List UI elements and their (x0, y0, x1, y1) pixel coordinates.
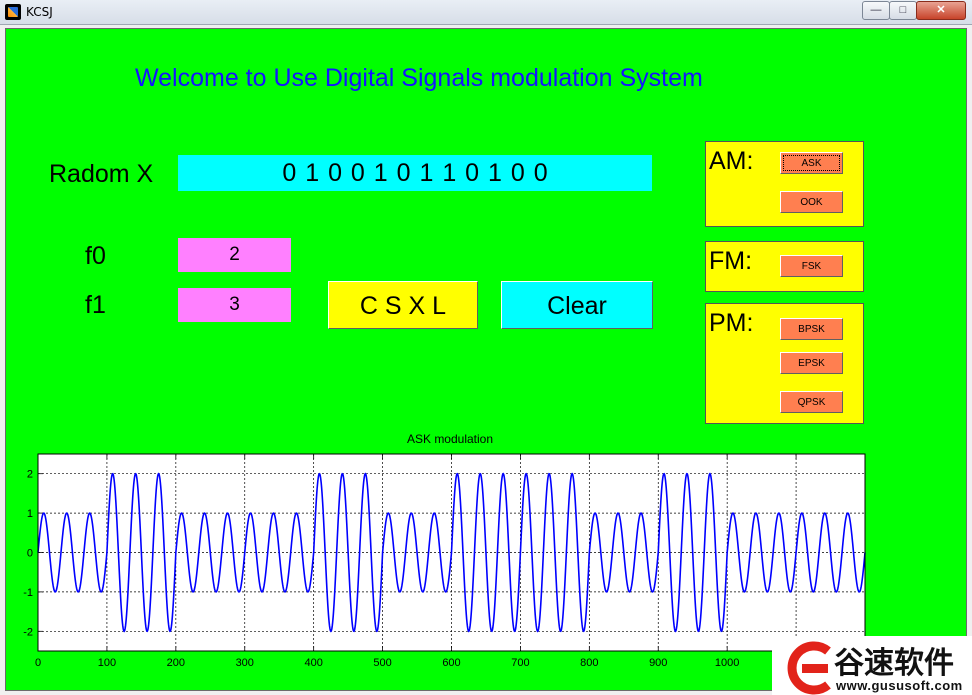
gususoft-logo-icon (787, 641, 831, 695)
watermark-url: www.gususoft.com (836, 678, 963, 693)
y-tick-label: 0 (27, 548, 33, 560)
y-tick-label: -2 (23, 626, 33, 638)
x-tick-label: 1000 (715, 657, 739, 669)
x-tick-label: 500 (373, 657, 391, 669)
x-tick-label: 100 (98, 657, 116, 669)
y-tick-label: 1 (27, 508, 33, 520)
y-tick-label: -1 (23, 587, 33, 599)
x-tick-label: 700 (511, 657, 529, 669)
watermark-name: 谷速软件 (834, 646, 954, 681)
x-tick-label: 200 (167, 657, 185, 669)
x-tick-label: 600 (442, 657, 460, 669)
y-tick-label: 2 (27, 469, 33, 481)
x-tick-label: 900 (649, 657, 667, 669)
watermark: 谷速软件 www.gususoft.com (772, 636, 972, 695)
x-tick-label: 0 (35, 657, 41, 669)
ask-modulation-chart: 0100200300400500600700800900100011001200… (23, 453, 877, 669)
x-tick-label: 800 (580, 657, 598, 669)
x-tick-label: 300 (236, 657, 254, 669)
x-tick-label: 400 (304, 657, 322, 669)
